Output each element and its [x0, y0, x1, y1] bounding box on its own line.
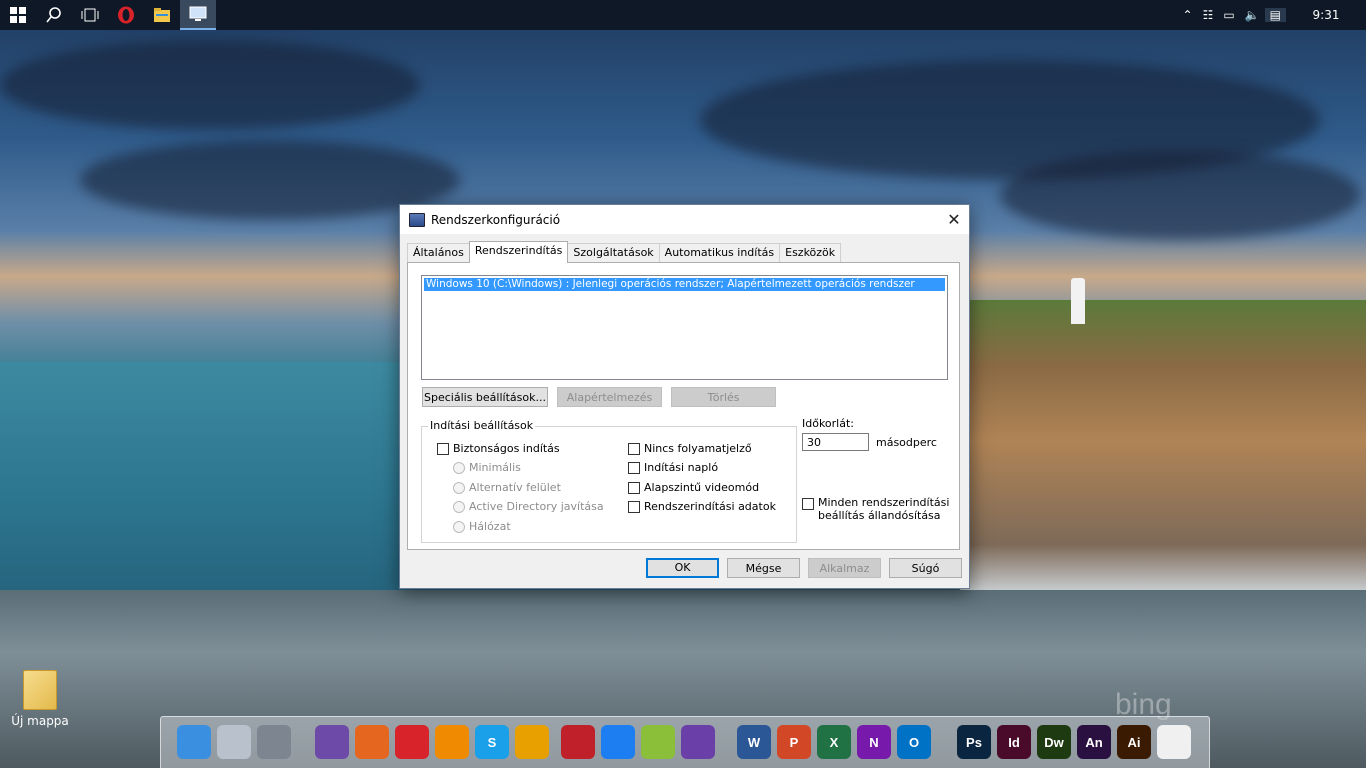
save-disk-icon[interactable] — [561, 725, 595, 759]
skype-icon[interactable]: S — [475, 725, 509, 759]
tab-general[interactable]: Általános — [407, 243, 470, 263]
task-view-icon[interactable] — [72, 0, 108, 30]
tab-boot[interactable]: Rendszerindítás — [468, 241, 569, 263]
delete-button[interactable]: Törlés — [671, 387, 776, 407]
vlc-icon[interactable] — [435, 725, 469, 759]
visual-studio-icon[interactable] — [681, 725, 715, 759]
os-entry[interactable]: Windows 10 (C:\Windows) : Jelenlegi oper… — [424, 278, 945, 291]
firefox-icon[interactable] — [355, 725, 389, 759]
set-default-button[interactable]: Alapértelmezés — [557, 387, 662, 407]
search-icon[interactable] — [36, 0, 72, 30]
opera-icon[interactable] — [395, 725, 429, 759]
clock[interactable]: 9:31 — [1286, 8, 1366, 22]
display-icon[interactable]: ▭ — [1218, 8, 1239, 22]
help-button[interactable]: Súgó — [889, 558, 962, 578]
alternate-shell-radio[interactable]: Alternatív felület — [453, 481, 561, 494]
boot-log-checkbox[interactable]: Indítási napló — [628, 461, 718, 474]
notepad-plus-icon[interactable] — [641, 725, 675, 759]
notification-icon[interactable]: ▤ — [1264, 8, 1286, 22]
desktop-folder-label: Új mappa — [11, 714, 69, 728]
acrobat-icon[interactable] — [1157, 725, 1191, 759]
boot-options-group: Indítási beállítások Biztonságos indítás… — [421, 419, 797, 543]
excel-icon[interactable]: X — [817, 725, 851, 759]
tab-strip: Általános Rendszerindítás Szolgáltatások… — [407, 241, 842, 263]
opera-icon[interactable] — [108, 0, 144, 30]
tab-startup[interactable]: Automatikus indítás — [658, 243, 781, 263]
indesign-icon[interactable]: Id — [997, 725, 1031, 759]
make-permanent-checkbox[interactable]: Minden rendszerindítási beállítás állandó… — [802, 496, 949, 522]
dialog-title: Rendszerkonfiguráció — [431, 212, 561, 227]
os-boot-info-checkbox[interactable]: Rendszerindítási adatok — [628, 500, 776, 513]
outlook-icon[interactable]: O — [897, 725, 931, 759]
close-icon[interactable]: ✕ — [939, 210, 969, 229]
chevron-up-icon[interactable]: ⌃ — [1178, 8, 1198, 22]
advanced-options-button[interactable]: Speciális beállítások... — [422, 387, 548, 407]
timeout-input[interactable]: 30 — [802, 433, 869, 451]
finder-icon[interactable] — [177, 725, 211, 759]
file-explorer-icon[interactable] — [144, 0, 180, 30]
aimp-icon[interactable] — [515, 725, 549, 759]
app-dock: S W P X N O Ps Id Dw An Ai — [160, 716, 1210, 768]
lighthouse — [1071, 278, 1085, 324]
safe-boot-checkbox[interactable]: Biztonságos indítás — [437, 442, 560, 455]
ad-repair-radio[interactable]: Active Directory javítása — [453, 500, 604, 513]
torrent-icon[interactable] — [315, 725, 349, 759]
timeout-unit: másodperc — [876, 436, 937, 449]
no-gui-boot-checkbox[interactable]: Nincs folyamatjelző — [628, 442, 752, 455]
volume-icon[interactable]: 🔈 — [1240, 8, 1265, 22]
ok-button[interactable]: OK — [646, 558, 719, 578]
start-icon[interactable] — [0, 0, 36, 30]
dreamweaver-icon[interactable]: Dw — [1037, 725, 1071, 759]
network-radio[interactable]: Hálózat — [453, 520, 511, 533]
animate-icon[interactable]: An — [1077, 725, 1111, 759]
cloud — [0, 40, 420, 130]
powerpoint-icon[interactable]: P — [777, 725, 811, 759]
title-bar[interactable]: Rendszerkonfiguráció ✕ — [400, 205, 969, 234]
network-icon[interactable]: ☷ — [1198, 8, 1219, 22]
photoshop-icon[interactable]: Ps — [957, 725, 991, 759]
tab-services[interactable]: Szolgáltatások — [567, 243, 660, 263]
base-video-checkbox[interactable]: Alapszintű videomód — [628, 481, 759, 494]
boot-panel: Windows 10 (C:\Windows) : Jelenlegi oper… — [407, 262, 960, 550]
tab-tools[interactable]: Eszközök — [779, 243, 842, 263]
cancel-button[interactable]: Mégse — [727, 558, 800, 578]
onenote-icon[interactable]: N — [857, 725, 891, 759]
settings-icon[interactable] — [257, 725, 291, 759]
cloud — [1000, 150, 1360, 240]
illustrator-icon[interactable]: Ai — [1117, 725, 1151, 759]
system-config-taskbar-icon[interactable] — [180, 0, 216, 30]
timeout-label: Időkorlát: — [802, 417, 855, 430]
os-list[interactable]: Windows 10 (C:\Windows) : Jelenlegi oper… — [421, 275, 948, 380]
msconfig-icon — [409, 212, 425, 227]
system-configuration-dialog: Rendszerkonfiguráció ✕ Általános Rendsze… — [399, 204, 970, 589]
recycle-bin-icon[interactable] — [217, 725, 251, 759]
taskbar: ⌃ ☷ ▭ 🔈 ▤ 9:31 — [0, 0, 1366, 30]
system-tray: ⌃ ☷ ▭ 🔈 ▤ 9:31 — [1178, 0, 1366, 30]
desktop-folder[interactable]: Új mappa — [8, 670, 72, 728]
boot-options-title: Indítási beállítások — [428, 419, 536, 432]
folder-icon — [23, 670, 57, 710]
apply-button[interactable]: Alkalmaz — [808, 558, 881, 578]
messenger-icon[interactable] — [601, 725, 635, 759]
word-icon[interactable]: W — [737, 725, 771, 759]
minimal-radio[interactable]: Minimális — [453, 461, 521, 474]
